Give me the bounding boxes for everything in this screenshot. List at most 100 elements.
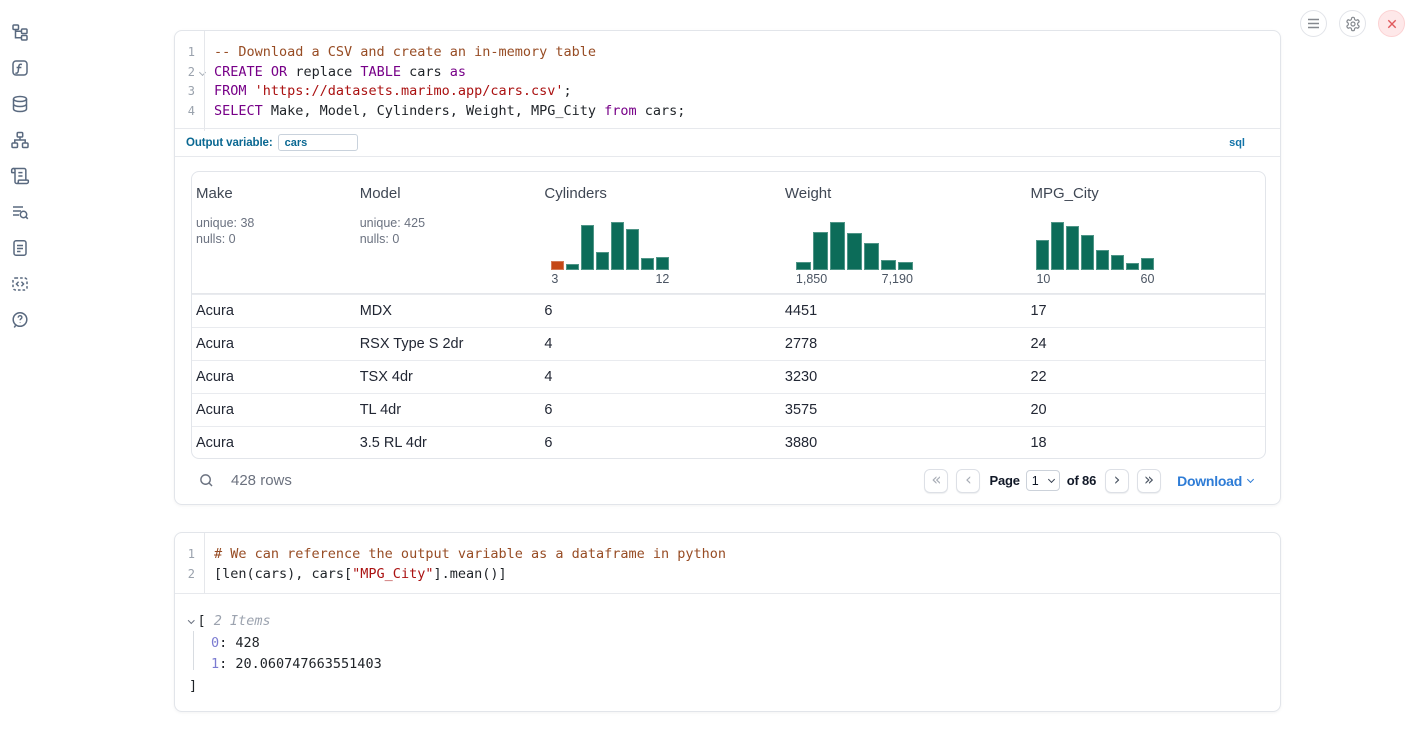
table-row[interactable]: Acura3.5 RL 4dr6388018 xyxy=(192,426,1265,459)
scratchpad-icon[interactable] xyxy=(10,166,30,186)
page-select-value: 1 xyxy=(1032,474,1039,488)
column-header-model[interactable]: Model unique: 425nulls: 0 xyxy=(356,172,541,293)
code-line: 1-- Download a CSV and create an in-memo… xyxy=(175,42,1280,62)
row-count: 428 rows xyxy=(231,472,292,489)
histogram-bar xyxy=(1081,235,1094,270)
hist-max-label: 7,190 xyxy=(882,272,913,286)
histogram-bar xyxy=(813,232,828,270)
hist-max-label: 60 xyxy=(1141,272,1155,286)
column-title: Weight xyxy=(785,185,1027,202)
page-select[interactable]: 1 xyxy=(1026,470,1060,491)
prev-page-button[interactable]: ‹ xyxy=(956,469,980,493)
tree-guide-line xyxy=(193,631,194,670)
search-icon[interactable] xyxy=(199,473,214,488)
code-line: 2[len(cars), cars["MPG_City"].mean()] xyxy=(175,564,1280,584)
code-line: 2CREATE OR replace TABLE cars as xyxy=(175,62,1280,82)
column-title: MPG_City xyxy=(1030,185,1265,202)
output-variable-bar: Output variable: sql xyxy=(175,128,1280,157)
hist-min-label: 1,850 xyxy=(796,272,827,286)
last-page-button[interactable]: » xyxy=(1137,469,1161,493)
page-label: Page xyxy=(989,473,1019,488)
logs-icon[interactable] xyxy=(10,202,30,222)
histogram-bar xyxy=(1096,250,1109,270)
close-button[interactable] xyxy=(1378,10,1405,37)
column-title: Make xyxy=(196,185,356,202)
settings-button[interactable] xyxy=(1339,10,1366,37)
dependency-graph-icon[interactable] xyxy=(10,130,30,150)
file-tree-icon[interactable] xyxy=(10,22,30,42)
table-header: Makeunique: 38nulls: 0Model unique: 425nu… xyxy=(192,172,1265,294)
column-header-mpg_city[interactable]: MPG_City 10 60 xyxy=(1026,172,1265,293)
items-count: 2 Items xyxy=(206,613,271,629)
table-cell: 6 xyxy=(540,435,781,451)
histogram-bar xyxy=(1066,226,1079,270)
table-row[interactable]: AcuraMDX6445117 xyxy=(192,294,1265,327)
histogram-bar xyxy=(1111,255,1124,270)
help-icon[interactable] xyxy=(10,310,30,330)
column-histogram: 312 xyxy=(551,215,669,286)
column-stat: nulls: 0 xyxy=(360,231,541,247)
chevron-down-icon xyxy=(1247,475,1254,482)
data-table: Makeunique: 38nulls: 0Model unique: 425nu… xyxy=(191,171,1266,459)
table-cell: 17 xyxy=(1026,303,1265,319)
histogram-bar xyxy=(1126,263,1139,270)
functions-icon[interactable] xyxy=(10,58,30,78)
menu-button[interactable] xyxy=(1300,10,1327,37)
histogram-bar xyxy=(596,252,609,270)
histogram-bar xyxy=(1141,258,1154,270)
table-cell: 4 xyxy=(540,369,781,385)
next-page-button[interactable]: › xyxy=(1105,469,1129,493)
histogram-bar xyxy=(551,261,564,270)
fold-chevron-icon xyxy=(199,68,206,75)
hist-min-label: 10 xyxy=(1036,272,1050,286)
column-header-make[interactable]: Makeunique: 38nulls: 0 xyxy=(192,172,356,293)
table-cell: 24 xyxy=(1026,336,1265,352)
database-icon[interactable] xyxy=(10,94,30,114)
code-line: 3FROM 'https://datasets.marimo.app/cars.… xyxy=(175,81,1280,101)
of-pages-label: of 86 xyxy=(1067,473,1096,488)
first-page-button[interactable]: « xyxy=(924,469,948,493)
histogram-bar xyxy=(641,258,654,270)
column-stat: unique: 425 xyxy=(360,215,541,231)
table-row[interactable]: AcuraTL 4dr6357520 xyxy=(192,393,1265,426)
table-cell: 4 xyxy=(540,336,781,352)
download-label: Download xyxy=(1177,473,1242,489)
close-bracket: ] xyxy=(189,678,197,694)
column-stat: nulls: 0 xyxy=(196,231,356,247)
table-footer: 428 rows « ‹ Page 1 of 86 › » Download xyxy=(175,457,1280,504)
documentation-icon[interactable] xyxy=(10,238,30,258)
histogram-bar xyxy=(1036,240,1049,270)
histogram-bar xyxy=(830,222,845,270)
python-code-editor[interactable]: 1# We can reference the output variable … xyxy=(175,533,1280,594)
table-cell: 4451 xyxy=(781,303,1027,319)
hamburger-icon xyxy=(1307,18,1320,29)
table-cell: 3.5 RL 4dr xyxy=(356,435,541,451)
histogram-bar xyxy=(864,243,879,270)
pagination: « ‹ Page 1 of 86 › » xyxy=(924,469,1161,493)
table-body: AcuraMDX6445117AcuraRSX Type S 2dr427782… xyxy=(192,294,1265,459)
table-cell: 6 xyxy=(540,402,781,418)
column-header-cylinders[interactable]: Cylinders312 xyxy=(540,172,781,293)
sql-code-editor[interactable]: 1-- Download a CSV and create an in-memo… xyxy=(175,31,1280,131)
sql-cell: 1-- Download a CSV and create an in-memo… xyxy=(174,30,1281,505)
table-cell: 20 xyxy=(1026,402,1265,418)
table-row[interactable]: AcuraTSX 4dr4323022 xyxy=(192,360,1265,393)
tree-entry-index: 1 xyxy=(211,656,219,672)
tree-entry: 0: 428 xyxy=(175,632,382,654)
table-row[interactable]: AcuraRSX Type S 2dr4277824 xyxy=(192,327,1265,360)
column-header-weight[interactable]: Weight 1,850 7,190 xyxy=(781,172,1027,293)
code-line: 1# We can reference the output variable … xyxy=(175,544,1280,564)
output-variable-label: Output variable: xyxy=(186,137,273,149)
hist-max-label: 12 xyxy=(655,272,669,286)
output-variable-input[interactable] xyxy=(278,134,358,151)
histogram-bar xyxy=(898,262,913,270)
snippets-icon[interactable] xyxy=(10,274,30,294)
collapse-icon[interactable] xyxy=(188,617,194,623)
table-cell: 2778 xyxy=(781,336,1027,352)
download-button[interactable]: Download xyxy=(1177,473,1253,489)
table-cell: Acura xyxy=(192,435,356,451)
sidebar xyxy=(10,22,30,330)
column-title: Model xyxy=(360,185,541,202)
table-cell: TL 4dr xyxy=(356,402,541,418)
tree-entry-value: : 428 xyxy=(219,635,260,651)
